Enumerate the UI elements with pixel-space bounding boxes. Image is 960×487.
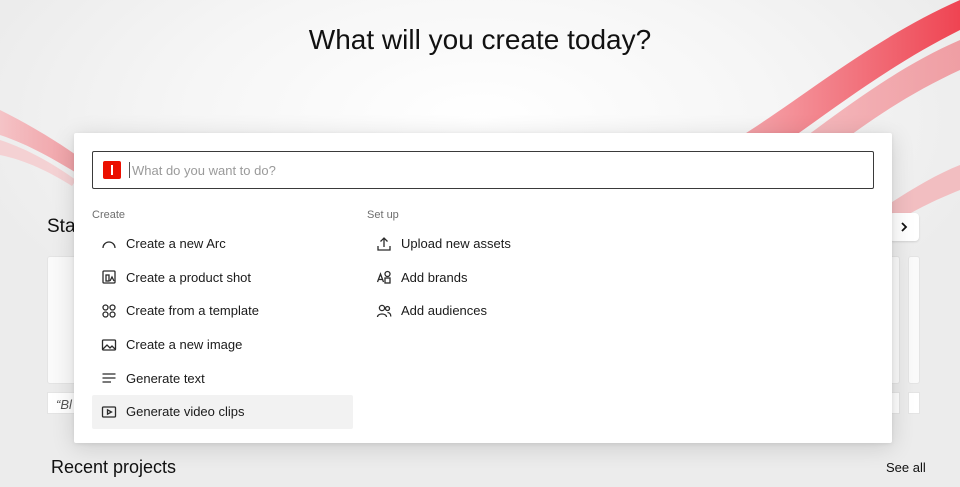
menu-item-label: Create from a template [126,303,259,319]
menu-item-add-audiences[interactable]: Add audiences [367,294,627,328]
menu-item-create-from-template[interactable]: Create from a template [92,294,353,328]
menu-item-add-brands[interactable]: Add brands [367,261,627,295]
menu-item-upload-assets[interactable]: Upload new assets [367,227,627,261]
menu-item-create-new-image[interactable]: Create a new image [92,328,353,362]
upload-icon [374,234,394,254]
command-search-box[interactable] [92,151,874,189]
recent-projects-heading: Recent projects [51,457,177,477]
image-icon [99,335,119,355]
menu-item-create-product-shot[interactable]: Create a product shot [92,261,353,295]
setup-section: Set up Upload new assets Add brands Add … [367,209,627,328]
arc-icon [99,234,119,254]
menu-item-label: Create a new Arc [126,236,226,252]
brands-icon [374,267,394,287]
setup-heading: Set up [367,209,399,221]
see-all-link[interactable]: See all [886,460,926,475]
video-icon [99,402,119,422]
menu-item-label: Add audiences [401,303,488,319]
chevron-right-icon [901,222,908,232]
create-section: Create Create a new Arc Create a product… [92,209,353,429]
menu-item-label: Create a product shot [126,269,252,285]
section-title-partial: Sta [47,216,76,237]
menu-item-label: Upload new assets [401,236,511,252]
text-lines-icon [99,368,119,388]
template-grid-icon [99,301,119,321]
command-palette: Create Create a new Arc Create a product… [74,133,892,443]
menu-item-label: Add brands [401,269,468,285]
carousel-card[interactable] [908,256,920,384]
menu-item-create-arc[interactable]: Create a new Arc [92,227,353,261]
menu-item-label: Generate video clips [126,404,245,420]
create-heading: Create [92,209,126,221]
page-title: What will you create today? [308,24,652,55]
menu-item-label: Create a new image [126,337,243,353]
menu-item-generate-video-clips[interactable]: Generate video clips [92,394,353,429]
card-caption [908,392,920,414]
menu-item-generate-text[interactable]: Generate text [92,361,353,395]
command-search-input[interactable] [129,162,873,178]
carousel-next-button[interactable] [889,213,919,241]
menu-item-label: Generate text [126,370,205,386]
audiences-icon [374,301,394,321]
brand-logo-icon [103,161,121,179]
product-shot-icon [99,267,119,287]
